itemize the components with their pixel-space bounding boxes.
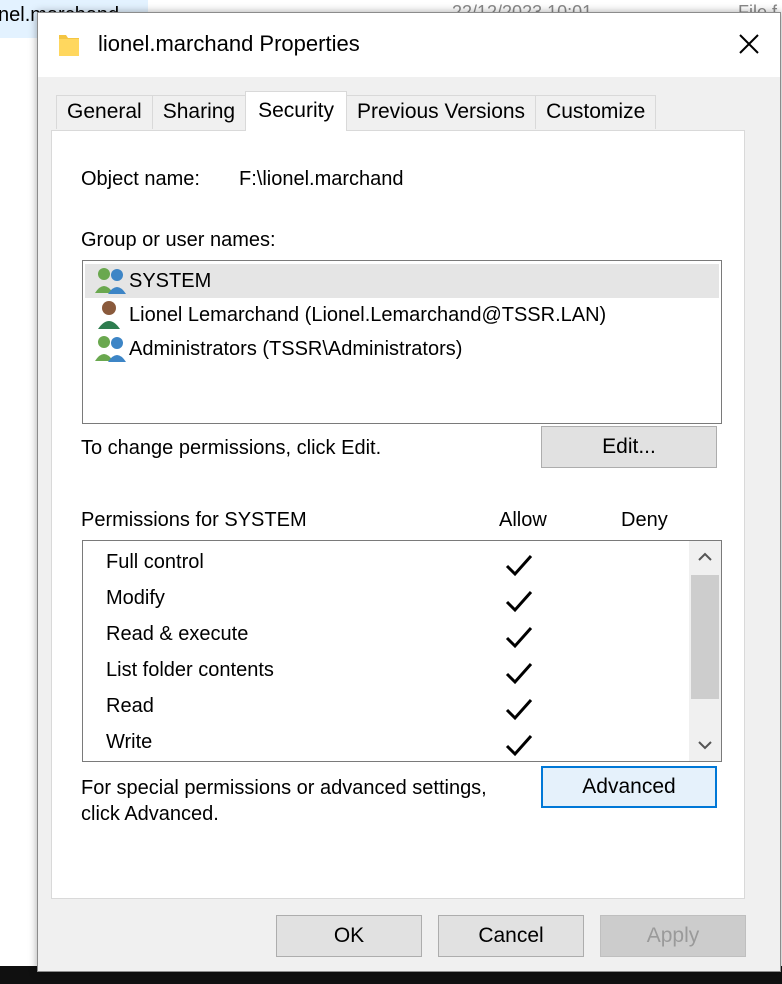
user-name: SYSTEM <box>129 269 212 292</box>
permission-name: Write <box>106 731 153 753</box>
advanced-text-line1: For special permissions or advanced sett… <box>81 777 487 799</box>
user-row-administrators[interactable]: Administrators (TSSR\Administrators) <box>85 332 719 366</box>
chevron-up-icon <box>698 552 712 561</box>
checkmark-icon <box>505 555 533 577</box>
checkmark-icon <box>505 663 533 685</box>
allow-header: Allow <box>499 509 547 531</box>
checkmark-icon <box>505 591 533 613</box>
permission-name: Read <box>106 695 154 717</box>
user-name: Lionel Lemarchand (Lionel.Lemarchand@TSS… <box>129 303 607 326</box>
permissions-scrollbar[interactable] <box>689 541 721 761</box>
checkmark-icon <box>505 699 533 721</box>
user-list[interactable]: SYSTEM Lionel Lemarchand (Lionel.Lemarch… <box>82 260 722 424</box>
checkmark-icon <box>505 735 533 757</box>
object-name-value: F:\lionel.marchand <box>239 168 404 190</box>
permission-row: List folder contents <box>83 655 687 691</box>
chevron-down-icon <box>698 741 712 750</box>
edit-button[interactable]: Edit... <box>541 426 717 468</box>
dialog-title: lionel.marchand Properties <box>98 31 360 56</box>
user-icon <box>98 301 120 329</box>
tab-security[interactable]: Security <box>245 91 347 131</box>
ok-button[interactable]: OK <box>276 915 422 957</box>
permission-row: Modify <box>83 583 687 619</box>
object-name-label: Object name: <box>81 168 200 190</box>
permission-name: List folder contents <box>106 659 274 681</box>
apply-button[interactable]: Apply <box>600 915 746 957</box>
permission-name: Modify <box>106 587 165 609</box>
permission-row: Read & execute <box>83 619 687 655</box>
user-row-lionel-lemarchand[interactable]: Lionel Lemarchand (Lionel.Lemarchand@TSS… <box>85 298 719 332</box>
tab-sharing[interactable]: Sharing <box>151 95 247 129</box>
tab-general[interactable]: General <box>56 95 153 129</box>
permission-row: Write <box>83 727 687 761</box>
deny-header: Deny <box>621 509 668 531</box>
permissions-label: Permissions for SYSTEM <box>81 509 307 531</box>
user-row-system[interactable]: SYSTEM <box>85 264 719 298</box>
title-bar[interactable]: lionel.marchand Properties <box>38 13 780 77</box>
permission-name: Read & execute <box>106 623 249 645</box>
close-button[interactable] <box>718 13 780 75</box>
close-icon <box>739 34 759 54</box>
permission-row: Read <box>83 691 687 727</box>
scroll-up-button[interactable] <box>689 541 721 573</box>
group-icon <box>95 336 126 362</box>
group-names-label: Group or user names: <box>81 229 276 251</box>
security-panel: Object name: F:\lionel.marchand Group or… <box>51 130 745 899</box>
group-icon <box>95 268 126 294</box>
scroll-thumb[interactable] <box>691 575 719 699</box>
advanced-button[interactable]: Advanced <box>541 766 717 808</box>
cancel-button[interactable]: Cancel <box>438 915 584 957</box>
user-name: Administrators (TSSR\Administrators) <box>129 337 463 360</box>
tab-customize[interactable]: Customize <box>535 95 657 129</box>
properties-dialog: lionel.marchand Properties General Shari… <box>37 12 781 972</box>
checkmark-icon <box>505 627 533 649</box>
scroll-down-button[interactable] <box>689 729 721 761</box>
permission-name: Full control <box>106 551 204 573</box>
tab-strip: General Sharing Security Previous Versio… <box>56 91 657 131</box>
folder-icon <box>59 35 79 56</box>
change-permissions-text: To change permissions, click Edit. <box>81 437 382 459</box>
permissions-list[interactable]: Full control Modify Read & execute List … <box>82 540 722 762</box>
permission-row: Full control <box>83 547 687 583</box>
advanced-text-line2: click Advanced. <box>81 803 219 825</box>
tab-previous-versions[interactable]: Previous Versions <box>345 95 537 129</box>
